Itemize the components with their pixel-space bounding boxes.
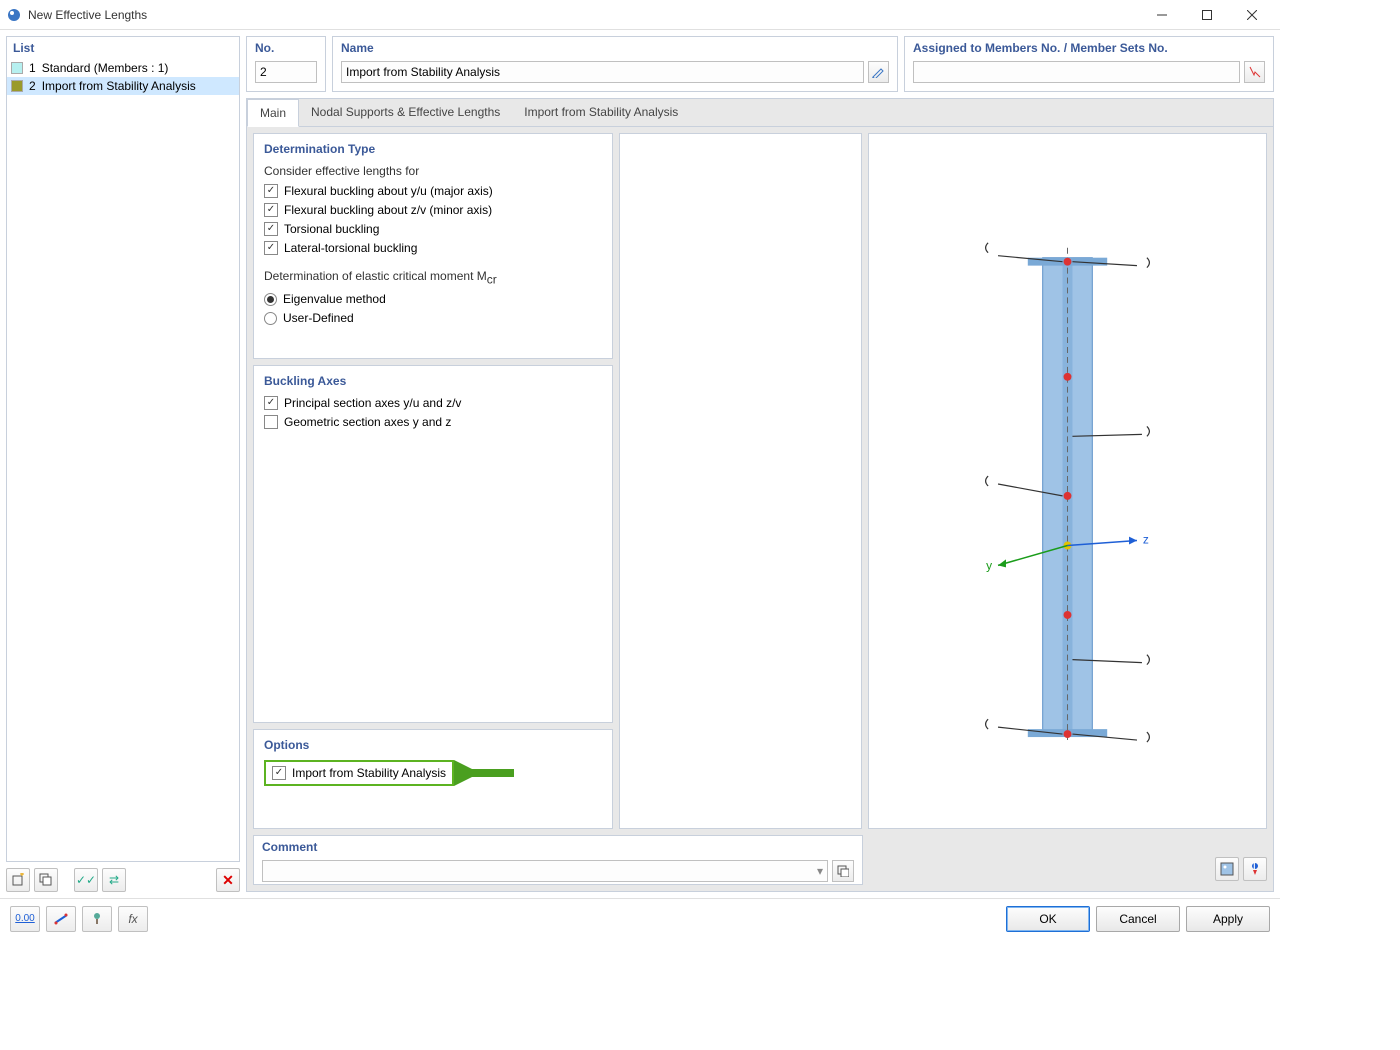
- edit-name-button[interactable]: [868, 61, 889, 83]
- minimize-button[interactable]: [1139, 1, 1184, 29]
- copy-item-button[interactable]: [34, 868, 58, 892]
- tab-import-stability[interactable]: Import from Stability Analysis: [512, 99, 690, 126]
- checkbox-label: Import from Stability Analysis: [292, 766, 446, 780]
- name-field-box: Name: [332, 36, 898, 92]
- middle-column: [619, 133, 862, 829]
- buckling-axes-group: Buckling Axes Principal section axes y/u…: [253, 365, 613, 723]
- radio-user-defined[interactable]: [264, 312, 277, 325]
- preview-image-button[interactable]: [1215, 857, 1239, 881]
- svg-text:z: z: [1143, 533, 1149, 547]
- list-item-num: 2: [29, 79, 36, 93]
- length-button[interactable]: [46, 906, 76, 932]
- checkbox-label: Torsional buckling: [284, 222, 379, 236]
- list-item-label: Import from Stability Analysis: [42, 79, 196, 93]
- member-preview-icon: y z: [869, 134, 1266, 828]
- swap-button[interactable]: ⇄: [102, 868, 126, 892]
- preview-info-button[interactable]: i: [1243, 857, 1267, 881]
- tab-main[interactable]: Main: [247, 99, 299, 127]
- radio-label: Eigenvalue method: [283, 292, 386, 306]
- tree-button[interactable]: [82, 906, 112, 932]
- comment-combo[interactable]: ▾: [262, 860, 828, 882]
- name-input[interactable]: [341, 61, 864, 83]
- apply-button[interactable]: Apply: [1186, 906, 1270, 932]
- group-title: Options: [264, 738, 602, 752]
- cancel-button[interactable]: Cancel: [1096, 906, 1180, 932]
- list-item[interactable]: 2 Import from Stability Analysis: [7, 77, 239, 95]
- checkbox-flex-yu[interactable]: [264, 184, 278, 198]
- group-title: Buckling Axes: [264, 374, 602, 388]
- chevron-down-icon: ▾: [817, 864, 823, 878]
- formula-button[interactable]: fx: [118, 906, 148, 932]
- tab-bar: Main Nodal Supports & Effective Lengths …: [247, 99, 1273, 127]
- checkbox-label: Flexural buckling about z/v (minor axis): [284, 203, 492, 217]
- number-label: No.: [255, 41, 317, 55]
- ok-button[interactable]: OK: [1006, 906, 1090, 932]
- options-group: Options Import from Stability Analysis: [253, 729, 613, 829]
- comment-label: Comment: [262, 840, 854, 854]
- tab-nodal-supports[interactable]: Nodal Supports & Effective Lengths: [299, 99, 512, 126]
- number-input[interactable]: [255, 61, 317, 83]
- list-item-label: Standard (Members : 1): [42, 61, 169, 75]
- preview-column[interactable]: y z: [868, 133, 1267, 829]
- assigned-field-box: Assigned to Members No. / Member Sets No…: [904, 36, 1274, 92]
- moment-label: Determination of elastic critical moment…: [264, 269, 602, 286]
- name-label: Name: [341, 41, 889, 55]
- titlebar: New Effective Lengths: [0, 0, 1280, 30]
- checkbox-import-stability[interactable]: [272, 766, 286, 780]
- delete-button[interactable]: ✕: [216, 868, 240, 892]
- list-header: List: [7, 37, 239, 59]
- window-title: New Effective Lengths: [28, 8, 1139, 22]
- check-all-button[interactable]: ✓✓: [74, 868, 98, 892]
- checkbox-flex-zv[interactable]: [264, 203, 278, 217]
- units-button[interactable]: 0.00: [10, 906, 40, 932]
- svg-text:y: y: [986, 558, 992, 572]
- checkbox-label: Principal section axes y/u and z/v: [284, 396, 461, 410]
- comment-pick-button[interactable]: [832, 860, 854, 882]
- highlight-arrow-icon: [454, 758, 524, 788]
- color-swatch: [11, 62, 23, 74]
- checkbox-lateral-torsional[interactable]: [264, 241, 278, 255]
- number-field-box: No.: [246, 36, 326, 92]
- checkbox-label: Lateral-torsional buckling: [284, 241, 417, 255]
- dialog-footer: 0.00 fx OK Cancel Apply: [0, 898, 1280, 938]
- consider-label: Consider effective lengths for: [264, 164, 602, 178]
- checkbox-geometric-axes[interactable]: [264, 415, 278, 429]
- list-box: List 1 Standard (Members : 1) 2 Import f…: [6, 36, 240, 862]
- assigned-input[interactable]: [913, 61, 1240, 83]
- list-item-num: 1: [29, 61, 36, 75]
- close-button[interactable]: [1229, 1, 1274, 29]
- color-swatch: [11, 80, 23, 92]
- comment-box: Comment ▾: [253, 835, 863, 885]
- app-icon: [6, 7, 22, 23]
- radio-label: User-Defined: [283, 311, 354, 325]
- group-title: Determination Type: [264, 142, 602, 156]
- radio-eigenvalue[interactable]: [264, 293, 277, 306]
- checkbox-label: Geometric section axes y and z: [284, 415, 451, 429]
- new-item-button[interactable]: [6, 868, 30, 892]
- checkbox-principal-axes[interactable]: [264, 396, 278, 410]
- maximize-button[interactable]: [1184, 1, 1229, 29]
- list-toolbar: ✓✓ ⇄ ✕: [6, 868, 240, 892]
- assigned-label: Assigned to Members No. / Member Sets No…: [913, 41, 1265, 55]
- list-item[interactable]: 1 Standard (Members : 1): [7, 59, 239, 77]
- import-highlight: Import from Stability Analysis: [264, 760, 454, 786]
- pick-members-button[interactable]: [1244, 61, 1265, 83]
- checkbox-label: Flexural buckling about y/u (major axis): [284, 184, 493, 198]
- determination-type-group: Determination Type Consider effective le…: [253, 133, 613, 359]
- checkbox-torsional[interactable]: [264, 222, 278, 236]
